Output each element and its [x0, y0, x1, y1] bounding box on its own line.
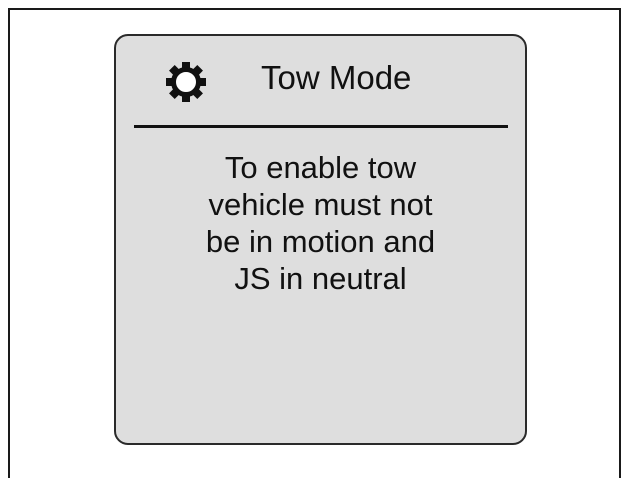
dialog-message: To enable tow vehicle must not be in mot… — [116, 149, 525, 297]
gear-icon — [166, 62, 206, 102]
dialog-title: Tow Mode — [261, 59, 412, 96]
message-line: JS in neutral — [234, 261, 407, 296]
header-divider — [134, 125, 508, 128]
tow-mode-dialog: Tow Mode To enable tow vehicle must not … — [114, 34, 527, 445]
dialog-header: Tow Mode — [116, 36, 525, 126]
message-line: vehicle must not — [208, 187, 433, 222]
message-line: To enable tow — [224, 150, 417, 185]
message-line: be in motion and — [205, 224, 436, 259]
